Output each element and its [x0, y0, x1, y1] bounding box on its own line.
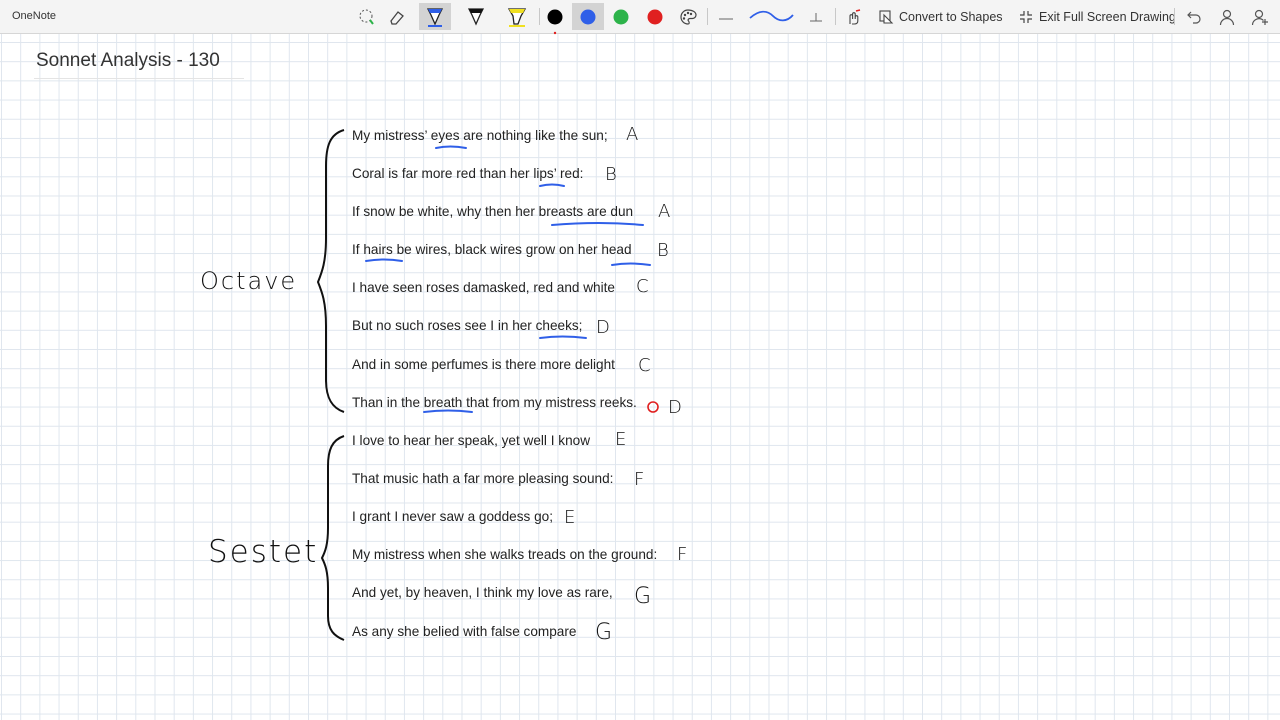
- poem-line-4: If hairs be wires, black wires grow on h…: [352, 242, 632, 257]
- color-blue-selected[interactable]: [572, 3, 604, 30]
- rhyme-label-2: B: [605, 164, 617, 185]
- exit-full-screen-drawing-label: Exit Full Screen Drawing: [1039, 9, 1176, 24]
- convert-to-shapes-button[interactable]: Convert to Shapes: [878, 3, 1003, 30]
- pen-icon: [467, 7, 485, 26]
- poem-line-2: Coral is far more red than her lips’ red…: [352, 166, 584, 181]
- poem-line-3: If snow be white, why then her breasts a…: [352, 204, 634, 219]
- poem-line-1: My mistress’ eyes are nothing like the s…: [352, 128, 608, 143]
- note-canvas[interactable]: [0, 34, 1280, 720]
- poem-line-12: My mistress when she walks treads on the…: [352, 547, 658, 562]
- thin-stroke-option[interactable]: [714, 3, 738, 30]
- person-icon: [1219, 9, 1235, 25]
- color-green[interactable]: [610, 3, 632, 30]
- title-rule: [34, 78, 244, 79]
- convert-to-shapes-label: Convert to Shapes: [899, 9, 1003, 24]
- undo-icon: [1187, 11, 1201, 24]
- exit-full-screen-drawing-button[interactable]: Exit Full Screen Drawing: [1018, 3, 1176, 30]
- hand-draw-icon: [849, 8, 861, 25]
- poem-line-9: I love to hear her speak, yet well I kno…: [352, 433, 591, 448]
- rhyme-label-6: D: [596, 317, 610, 338]
- highlighter-icon: [507, 7, 527, 27]
- pen-tool[interactable]: [463, 3, 489, 30]
- rhyme-label-12: F: [677, 544, 688, 565]
- convert-shapes-icon: [879, 9, 894, 24]
- rhyme-label-8: D: [668, 397, 682, 418]
- rhyme-label-3: A: [658, 201, 671, 222]
- pen-tool-selected[interactable]: [419, 3, 451, 30]
- eraser-tool[interactable]: [385, 3, 407, 30]
- lasso-select-tool[interactable]: [355, 3, 377, 30]
- poem-line-10: That music hath a far more pleasing soun…: [352, 471, 614, 486]
- poem-line-5: I have seen roses damasked, red and whit…: [352, 280, 615, 295]
- poem-line-13: And yet, by heaven, I think my love as r…: [352, 585, 613, 600]
- eraser-icon: [390, 10, 404, 25]
- color-black[interactable]: [544, 3, 566, 30]
- ruler-icon: [810, 12, 822, 21]
- share-button[interactable]: [1249, 3, 1271, 30]
- rhyme-label-1: A: [626, 124, 639, 145]
- touch-draw-toggle[interactable]: [842, 3, 864, 30]
- poem-line-6: But no such roses see I in her cheeks;: [352, 318, 583, 333]
- highlighter-tool[interactable]: [503, 3, 531, 30]
- rhyme-label-4: B: [657, 240, 669, 261]
- app-name: OneNote: [12, 10, 57, 22]
- undo-button[interactable]: [1183, 3, 1205, 30]
- octave-label: Octave: [200, 267, 298, 295]
- page-title: Sonnet Analysis - 130: [36, 50, 220, 71]
- rhyme-label-10: F: [634, 469, 645, 490]
- pen-icon: [426, 7, 444, 27]
- color-palette-button[interactable]: [677, 3, 699, 30]
- drawing-toolbar: OneNote Convert to Shapes Exit Full Scre…: [0, 0, 1280, 34]
- color-red[interactable]: [644, 3, 666, 30]
- poem-line-11: I grant I never saw a goddess go;: [352, 509, 554, 524]
- exit-fullscreen-icon: [1020, 10, 1032, 23]
- rhyme-label-7: C: [638, 355, 651, 376]
- ruler-option[interactable]: [805, 3, 827, 30]
- lasso-icon: [359, 9, 374, 25]
- rhyme-label-13: G: [634, 584, 652, 609]
- rhyme-label-11: E: [564, 507, 576, 528]
- rhyme-label-5: C: [636, 276, 649, 297]
- sestet-label: Sestet: [208, 534, 319, 570]
- poem-line-14: As any she belied with false compare: [352, 624, 577, 639]
- rhyme-label-9: E: [615, 429, 627, 450]
- wave-stroke-icon: [749, 10, 794, 21]
- poem-line-7: And in some perfumes is there more delig…: [352, 357, 615, 372]
- stroke-shape-option[interactable]: [746, 3, 796, 30]
- line-icon: [719, 18, 733, 19]
- rhyme-label-14: G: [595, 620, 613, 645]
- add-person-icon: [1251, 9, 1268, 25]
- account-button[interactable]: [1216, 3, 1238, 30]
- poem-line-8: Than in the breath that from my mistress…: [352, 395, 637, 410]
- palette-icon: [680, 8, 697, 25]
